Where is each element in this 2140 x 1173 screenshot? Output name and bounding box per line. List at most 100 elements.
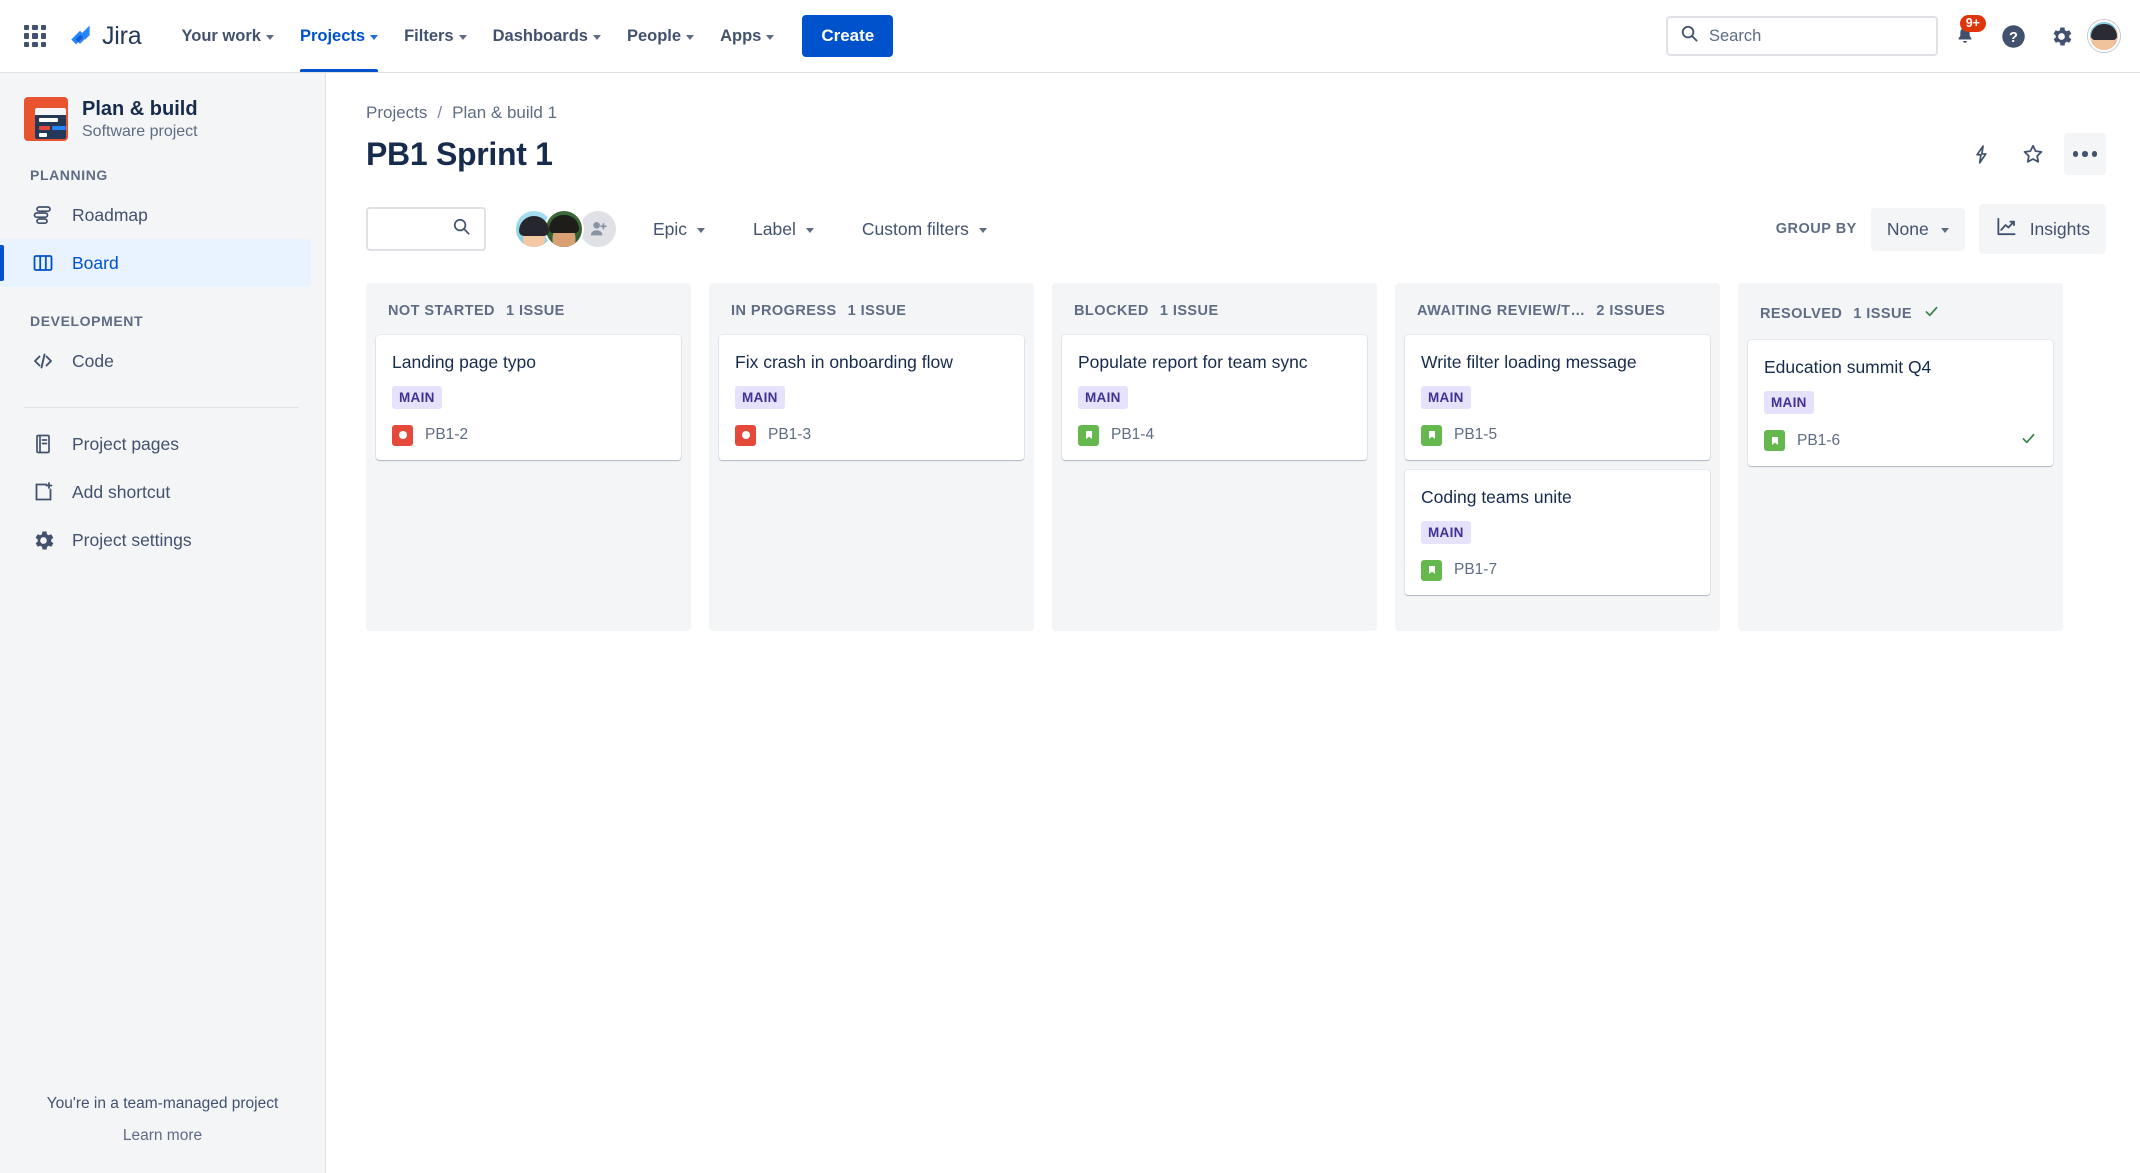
learn-more-link[interactable]: Learn more <box>0 1127 325 1145</box>
epic-badge[interactable]: MAIN <box>1421 385 1471 409</box>
breadcrumb-project[interactable]: Plan & build 1 <box>452 103 557 123</box>
project-sidebar: Plan & build Software project PLANNING R… <box>0 73 326 1173</box>
epic-badge[interactable]: MAIN <box>1078 385 1128 409</box>
search-placeholder-text: Search <box>1709 26 1762 45</box>
issue-card-footer: PB1-2 <box>392 424 665 446</box>
sidebar-section-planning-label: PLANNING <box>30 167 108 183</box>
top-navigation-bar: Jira Your work Projects Filters Dashboar… <box>0 0 2140 73</box>
issue-key: PB1-6 <box>1797 431 1841 449</box>
column-name: AWAITING REVIEW/T… <box>1417 303 1586 319</box>
notifications-button[interactable]: 9+ <box>1944 15 1986 57</box>
issue-title: Landing page typo <box>392 352 537 372</box>
main-content: Projects / Plan & build 1 PB1 Sprint 1 E… <box>326 73 2140 1173</box>
notification-badge: 9+ <box>1959 15 1986 33</box>
chevron-down-icon <box>978 227 987 233</box>
lightning-icon[interactable] <box>1960 133 2002 175</box>
nav-item-your-work[interactable]: Your work <box>169 0 285 72</box>
group-by-select[interactable]: None <box>1870 207 1965 251</box>
project-header[interactable]: Plan & build Software project <box>0 73 325 141</box>
global-search-input[interactable]: Search <box>1666 16 1938 56</box>
sidebar-item-label: Code <box>72 350 114 371</box>
issue-card-footer: PB1-4 <box>1078 424 1351 446</box>
column-header: BLOCKED 1 ISSUE <box>1062 293 1367 335</box>
breadcrumb-projects[interactable]: Projects <box>366 103 427 123</box>
insights-label: Insights <box>2029 218 2090 239</box>
sidebar-item-code[interactable]: Code <box>0 337 311 385</box>
column-name: BLOCKED <box>1074 303 1149 319</box>
issue-title: Write filter loading message <box>1421 352 1637 372</box>
more-actions-icon[interactable] <box>2064 133 2106 175</box>
column-header: IN PROGRESS 1 ISSUE <box>719 293 1024 335</box>
chevron-down-icon <box>805 227 814 233</box>
issue-resolved-check-icon <box>2020 430 2037 452</box>
issue-card-footer: PB1-3 <box>735 424 1008 446</box>
chevron-down-icon <box>265 34 274 40</box>
sidebar-item-label: Add shortcut <box>72 481 171 502</box>
board-column-resolved[interactable]: RESOLVED 1 ISSUE Education summit Q4 MAI… <box>1738 283 2063 631</box>
board-column-awaiting-review[interactable]: AWAITING REVIEW/T… 2 ISSUES Write filter… <box>1395 283 1720 631</box>
search-icon <box>452 217 471 241</box>
sidebar-item-roadmap[interactable]: Roadmap <box>0 191 311 239</box>
filter-custom-filters-dropdown[interactable]: Custom filters <box>849 210 1000 249</box>
settings-gear-button[interactable] <box>2040 15 2082 57</box>
issue-title: Populate report for team sync <box>1078 352 1308 372</box>
issue-card[interactable]: Education summit Q4 MAIN PB1-6 <box>1748 340 2053 466</box>
issue-card[interactable]: Populate report for team sync MAIN PB1-4 <box>1062 335 1367 460</box>
create-button[interactable]: Create <box>802 15 894 57</box>
board-column-not-started[interactable]: NOT STARTED 1 ISSUE Landing page typo MA… <box>366 283 691 631</box>
help-button[interactable]: ? <box>1992 15 2034 57</box>
column-name: NOT STARTED <box>388 303 495 319</box>
page-title: PB1 Sprint 1 <box>366 135 553 172</box>
sidebar-item-add-shortcut[interactable]: Add shortcut <box>0 468 311 516</box>
star-icon[interactable] <box>2012 133 2054 175</box>
story-type-icon <box>1421 559 1442 581</box>
sidebar-footer: You're in a team-managed project Learn m… <box>0 1095 325 1145</box>
board-column-in-progress[interactable]: IN PROGRESS 1 ISSUE Fix crash in onboard… <box>709 283 1034 631</box>
project-avatar-icon <box>24 97 68 141</box>
insights-button[interactable]: Insights <box>1978 204 2106 254</box>
epic-badge[interactable]: MAIN <box>1421 520 1471 544</box>
story-type-icon <box>1421 424 1442 446</box>
svg-text:?: ? <box>2009 30 2018 46</box>
sidebar-item-project-settings[interactable]: Project settings <box>0 516 311 564</box>
nav-item-filters[interactable]: Filters <box>392 0 479 72</box>
group-by-label: GROUP BY <box>1775 221 1857 237</box>
nav-item-projects[interactable]: Projects <box>288 0 390 72</box>
story-type-icon <box>1078 424 1099 446</box>
filter-label-dropdown[interactable]: Label <box>740 210 827 249</box>
issue-card[interactable]: Write filter loading message MAIN PB1-5 <box>1405 335 1710 460</box>
sidebar-item-label: Project settings <box>72 529 192 550</box>
user-avatar[interactable] <box>2088 20 2120 52</box>
issue-card[interactable]: Coding teams unite MAIN PB1-7 <box>1405 469 1710 595</box>
chevron-down-icon <box>458 34 467 40</box>
column-issue-count: 1 ISSUE <box>1159 303 1219 319</box>
sidebar-item-label: Project pages <box>72 433 180 454</box>
board-columns: NOT STARTED 1 ISSUE Landing page typo MA… <box>366 283 2106 631</box>
add-people-icon[interactable] <box>578 209 618 249</box>
issue-title: Fix crash in onboarding flow <box>735 352 953 372</box>
nav-item-people[interactable]: People <box>615 0 706 72</box>
epic-badge[interactable]: MAIN <box>392 385 442 409</box>
column-header: RESOLVED 1 ISSUE <box>1748 293 2053 340</box>
nav-item-apps[interactable]: Apps <box>708 0 786 72</box>
epic-badge[interactable]: MAIN <box>735 385 785 409</box>
board-search-input[interactable] <box>366 207 486 251</box>
filter-epic-dropdown[interactable]: Epic <box>640 210 718 249</box>
avatar[interactable] <box>544 209 584 249</box>
issue-card[interactable]: Landing page typo MAIN PB1-2 <box>376 335 681 460</box>
nav-label: Apps <box>720 26 762 45</box>
sidebar-item-project-pages[interactable]: Project pages <box>0 420 311 468</box>
app-switcher-icon[interactable] <box>18 19 52 53</box>
epic-badge[interactable]: MAIN <box>1764 390 1814 414</box>
column-header: NOT STARTED 1 ISSUE <box>376 293 681 335</box>
nav-item-dashboards[interactable]: Dashboards <box>481 0 613 72</box>
board-filter-bar: Epic Label Custom filters GROUP BY None <box>366 204 2106 254</box>
issue-card[interactable]: Fix crash in onboarding flow MAIN PB1-3 <box>719 335 1024 460</box>
filter-label: Custom filters <box>861 218 969 239</box>
issue-card-footer: PB1-5 <box>1421 424 1694 446</box>
jira-home-link[interactable]: Jira <box>66 22 142 51</box>
sidebar-item-board[interactable]: Board <box>0 239 311 287</box>
sidebar-divider <box>24 407 299 408</box>
nav-label: Dashboards <box>492 26 588 45</box>
board-column-blocked[interactable]: BLOCKED 1 ISSUE Populate report for team… <box>1052 283 1377 631</box>
